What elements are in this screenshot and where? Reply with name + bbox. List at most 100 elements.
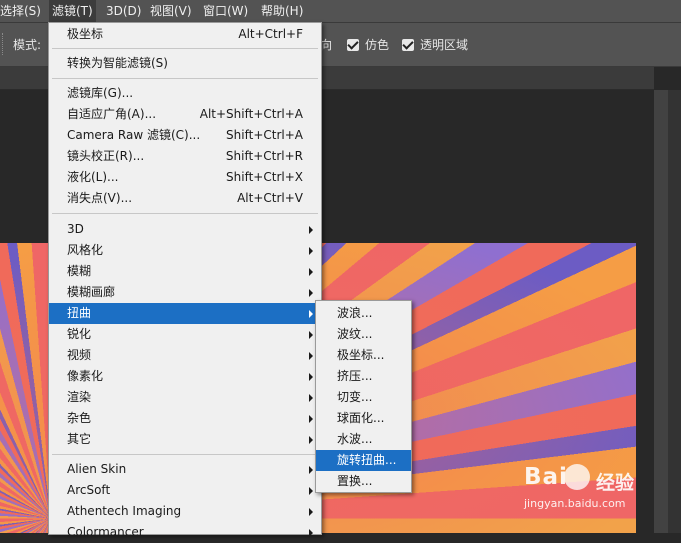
submenu-item-displace[interactable]: 置换... (316, 471, 411, 492)
watermark-brand: 经验 (596, 472, 635, 494)
submenu-arrow-icon (309, 373, 313, 381)
menu-bar: 选择(S) 滤镜(T) 3D(D) 视图(V) 窗口(W) 帮助(H) (0, 0, 681, 23)
menu-item-label: 水波... (337, 432, 373, 446)
dither-checkbox[interactable]: 仿色 (347, 36, 389, 53)
menu-3d[interactable]: 3D(D) (103, 0, 144, 22)
watermark-logo: Bai (524, 464, 568, 490)
submenu-item-twirl[interactable]: 旋转扭曲... (316, 450, 411, 471)
submenu-arrow-icon (309, 289, 313, 297)
menu-item-alien-skin[interactable]: Alien Skin (49, 459, 321, 480)
menu-item-label: 旋转扭曲... (337, 453, 397, 467)
menu-item-stylize[interactable]: 风格化 (49, 240, 321, 261)
menu-item-sharpen[interactable]: 锐化 (49, 324, 321, 345)
menu-item-shortcut: Alt+Ctrl+F (238, 27, 303, 41)
submenu-arrow-icon (309, 247, 313, 255)
menu-item-lens-correction[interactable]: 镜头校正(R)... Shift+Ctrl+R (49, 146, 321, 167)
transparency-label: 透明区域 (420, 38, 469, 52)
checkbox-checked-icon[interactable] (347, 38, 359, 51)
menu-item-filter-gallery[interactable]: 滤镜库(G)... (49, 83, 321, 104)
submenu-arrow-icon (309, 331, 313, 339)
menu-item-pixelate[interactable]: 像素化 (49, 366, 321, 387)
menu-item-shortcut: Shift+Ctrl+A (226, 128, 303, 142)
submenu-arrow-icon (309, 415, 313, 423)
submenu-arrow-icon (309, 436, 313, 444)
menu-item-label: 锐化 (67, 327, 92, 341)
options-bar-grip[interactable] (2, 33, 5, 55)
menu-item-label: 模糊画廊 (67, 285, 116, 299)
menu-item-label: 切变... (337, 390, 373, 404)
transparency-checkbox[interactable]: 透明区域 (402, 36, 468, 53)
menu-item-3d[interactable]: 3D (49, 219, 321, 240)
menu-item-label: 渲染 (67, 390, 92, 404)
filter-menu: 极坐标 Alt+Ctrl+F 转换为智能滤镜(S) 滤镜库(G)... 自适应广… (48, 22, 322, 539)
menu-item-label: 液化(L)... (67, 170, 119, 184)
submenu-arrow-icon (309, 508, 313, 516)
submenu-arrow-icon (309, 394, 313, 402)
menu-item-label: 模糊 (67, 264, 92, 278)
watermark-url: jingyan.baidu.com (524, 497, 626, 510)
submenu-arrow-icon (309, 352, 313, 360)
menu-filter[interactable]: 滤镜(T) (49, 0, 96, 22)
submenu-item-pinch[interactable]: 挤压... (316, 366, 411, 387)
menu-item-shortcut: Shift+Ctrl+X (226, 170, 303, 184)
menu-item-label: 波浪... (337, 306, 373, 320)
menu-item-label: Camera Raw 滤镜(C)... (67, 128, 201, 142)
submenu-item-polar-coordinates[interactable]: 极坐标... (316, 345, 411, 366)
menu-item-label: Athentech Imaging (67, 504, 182, 518)
menu-separator (52, 48, 318, 49)
paw-icon (564, 464, 590, 490)
menu-item-last-filter[interactable]: 极坐标 Alt+Ctrl+F (49, 24, 321, 45)
dither-label: 仿色 (365, 38, 390, 52)
submenu-item-zigzag[interactable]: 水波... (316, 429, 411, 450)
menu-view[interactable]: 视图(V) (147, 0, 195, 22)
submenu-item-spherize[interactable]: 球面化... (316, 408, 411, 429)
baidu-jingyan-watermark: Bai 经验 jingyan.baidu.com (520, 460, 680, 516)
menu-item-camera-raw[interactable]: Camera Raw 滤镜(C)... Shift+Ctrl+A (49, 125, 321, 146)
menu-item-label: 像素化 (67, 369, 104, 383)
submenu-arrow-icon (309, 466, 313, 474)
submenu-item-shear[interactable]: 切变... (316, 387, 411, 408)
menu-item-label: 置换... (337, 474, 373, 488)
menu-item-noise[interactable]: 杂色 (49, 408, 321, 429)
menu-item-label: 极坐标 (67, 27, 104, 41)
checkbox-checked-icon[interactable] (402, 38, 414, 51)
submenu-arrow-icon (309, 268, 313, 276)
menu-item-blur[interactable]: 模糊 (49, 261, 321, 282)
distort-submenu: 波浪... 波纹... 极坐标... 挤压... 切变... 球面化... 水波… (315, 300, 412, 493)
menu-item-label: 转换为智能滤镜(S) (67, 56, 168, 70)
menu-item-label: ArcSoft (67, 483, 111, 497)
menu-item-label: 镜头校正(R)... (67, 149, 145, 163)
menu-item-blur-gallery[interactable]: 模糊画廊 (49, 282, 321, 303)
submenu-item-ripple[interactable]: 波纹... (316, 324, 411, 345)
menu-item-label: 视频 (67, 348, 92, 362)
menu-item-label: 球面化... (337, 411, 385, 425)
menu-separator (52, 213, 318, 214)
menu-item-athentech-imaging[interactable]: Athentech Imaging (49, 501, 321, 522)
menu-item-label: Alien Skin (67, 462, 127, 476)
menu-select[interactable]: 选择(S) (0, 0, 44, 22)
menu-item-video[interactable]: 视频 (49, 345, 321, 366)
menu-item-label: 其它 (67, 432, 92, 446)
menu-item-render[interactable]: 渲染 (49, 387, 321, 408)
menu-separator (52, 454, 318, 455)
menu-window[interactable]: 窗口(W) (200, 0, 251, 22)
menu-item-label: 挤压... (337, 369, 373, 383)
submenu-arrow-icon (309, 529, 313, 537)
menu-item-label: 扭曲 (67, 306, 92, 320)
menu-item-label: 滤镜库(G)... (67, 86, 134, 100)
menu-item-convert-smart-filters[interactable]: 转换为智能滤镜(S) (49, 53, 321, 74)
menu-item-other[interactable]: 其它 (49, 429, 321, 450)
submenu-item-wave[interactable]: 波浪... (316, 303, 411, 324)
menu-item-vanishing-point[interactable]: 消失点(V)... Alt+Ctrl+V (49, 188, 321, 209)
menu-item-label: 自适应广角(A)... (67, 107, 157, 121)
menu-item-label: 波纹... (337, 327, 373, 341)
menu-item-distort[interactable]: 扭曲 (49, 303, 321, 324)
menu-help[interactable]: 帮助(H) (258, 0, 306, 22)
menu-item-liquify[interactable]: 液化(L)... Shift+Ctrl+X (49, 167, 321, 188)
menu-item-label: 消失点(V)... (67, 191, 133, 205)
menu-item-adaptive-wide-angle[interactable]: 自适应广角(A)... Alt+Shift+Ctrl+A (49, 104, 321, 125)
menu-item-label: 3D (67, 222, 84, 236)
menu-separator (52, 78, 318, 79)
submenu-arrow-icon (309, 226, 313, 234)
menu-item-arcsoft[interactable]: ArcSoft (49, 480, 321, 501)
